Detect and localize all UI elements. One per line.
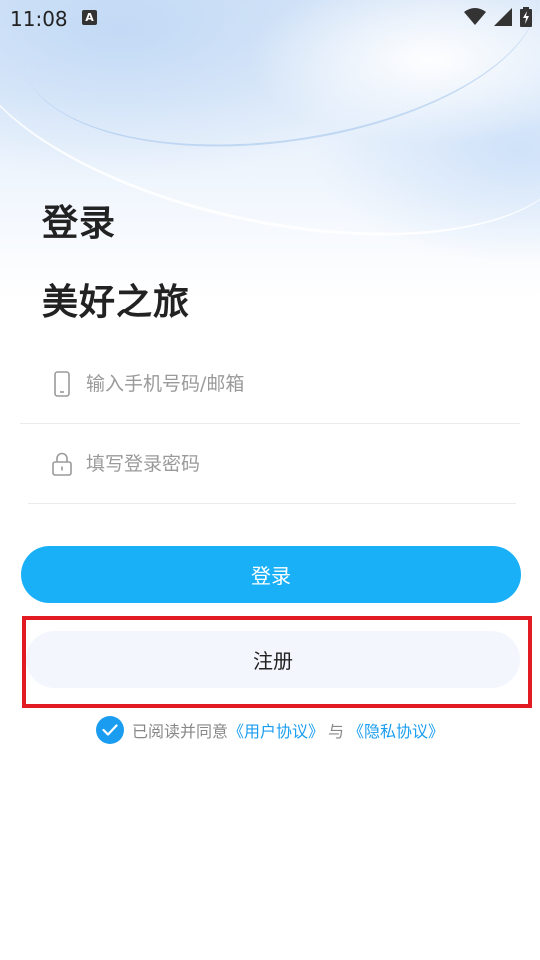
agreement-checkbox[interactable]: [96, 716, 124, 744]
agreement-prefix: 已阅读并同意: [132, 722, 229, 741]
page-subtitle: 美好之旅: [42, 282, 191, 323]
lock-icon: [50, 450, 74, 478]
privacy-policy-link[interactable]: 《隐私协议》: [348, 718, 444, 742]
login-button[interactable]: 登录: [21, 546, 521, 603]
status-icons: [464, 7, 532, 31]
password-field[interactable]: [28, 424, 516, 504]
password-input[interactable]: [84, 451, 488, 476]
agreement-connector: 与: [328, 722, 345, 741]
page-title: 登录: [42, 203, 117, 244]
status-bar: 11:08 A: [0, 0, 540, 36]
check-icon: [102, 724, 118, 736]
wifi-icon: [464, 8, 486, 30]
register-button[interactable]: 注册: [26, 631, 520, 688]
notification-a-icon: A: [82, 10, 97, 25]
header-background-art: [0, 0, 540, 300]
signal-icon: [494, 8, 512, 30]
agreement-row: 已阅读并同意 《用户协议》 与 《隐私协议》: [96, 716, 444, 744]
status-time: 11:08: [10, 7, 68, 31]
user-agreement-link[interactable]: 《用户协议》: [228, 718, 324, 742]
phone-email-input[interactable]: [84, 371, 488, 396]
phone-email-field[interactable]: [20, 344, 520, 424]
battery-charging-icon: [520, 7, 532, 31]
phone-icon: [50, 370, 74, 398]
